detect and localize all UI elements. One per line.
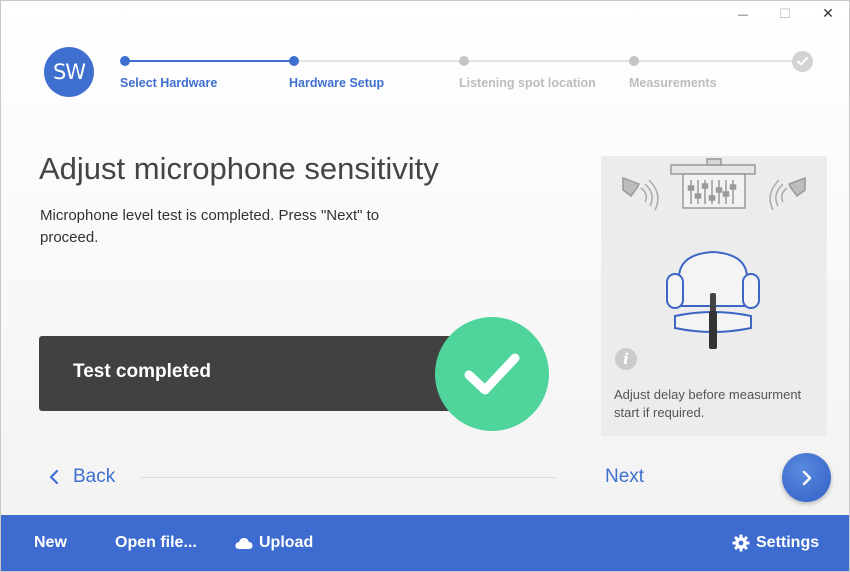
app-window: — ☐ ✕ SW Select Hardware Hardware Setup … xyxy=(0,0,850,572)
close-button[interactable]: ✕ xyxy=(815,5,841,23)
minimize-button[interactable]: — xyxy=(730,5,756,23)
next-label[interactable]: Next xyxy=(605,466,644,488)
step-label-measurements: Measurements xyxy=(629,76,717,90)
back-button[interactable]: Back xyxy=(49,463,115,491)
page-title: Adjust microphone sensitivity xyxy=(39,151,439,186)
check-icon xyxy=(797,57,808,66)
check-icon xyxy=(464,353,520,395)
minimize-icon: — xyxy=(737,7,749,21)
upload-label: Upload xyxy=(259,534,314,551)
upload-button[interactable]: Upload xyxy=(235,515,313,571)
cloud-icon xyxy=(235,538,253,549)
open-file-label: Open file... xyxy=(115,534,197,551)
left-speaker-icon xyxy=(622,176,659,211)
page-description: Microphone level test is completed. Pres… xyxy=(40,207,380,246)
stepper-track-pending xyxy=(293,60,803,62)
maximize-button[interactable]: ☐ xyxy=(772,5,798,23)
step-label-listening-spot: Listening spot location xyxy=(459,76,596,90)
logo-text: SW xyxy=(52,60,86,84)
new-label: New xyxy=(34,534,67,551)
nav-divider xyxy=(141,477,557,478)
panel-hint-text: Adjust delay before measurment start if … xyxy=(614,387,802,420)
chevron-right-icon xyxy=(802,470,811,485)
step-dot-select-hardware xyxy=(120,56,130,66)
gear-icon xyxy=(732,534,750,552)
new-button[interactable]: New xyxy=(34,515,67,571)
close-icon: ✕ xyxy=(822,6,834,22)
microphone-icon xyxy=(709,293,717,349)
open-file-button[interactable]: Open file... xyxy=(115,515,197,571)
step-dot-hardware-setup xyxy=(289,56,299,66)
settings-button[interactable]: Settings xyxy=(732,515,819,571)
settings-label: Settings xyxy=(756,534,820,551)
right-speaker-icon xyxy=(769,176,806,211)
next-button[interactable] xyxy=(782,453,831,502)
info-icon: i xyxy=(615,348,637,370)
maximize-icon: ☐ xyxy=(779,6,791,22)
step-label-select-hardware: Select Hardware xyxy=(120,76,218,90)
mixing-console-icon xyxy=(670,158,756,209)
app-logo: SW xyxy=(44,47,94,97)
chevron-left-icon xyxy=(49,469,59,485)
step-dot-listening-spot xyxy=(459,56,469,66)
test-status-text: Test completed xyxy=(73,361,211,382)
step-label-hardware-setup: Hardware Setup xyxy=(289,76,385,90)
back-label: Back xyxy=(73,466,116,487)
success-check-icon xyxy=(435,317,549,431)
footer-toolbar: New Open file... Upload Settings xyxy=(1,515,849,571)
stepper-track-done xyxy=(125,60,293,62)
step-finish-check xyxy=(792,51,813,72)
step-dot-measurements xyxy=(629,56,639,66)
info-glyph: i xyxy=(623,350,629,368)
